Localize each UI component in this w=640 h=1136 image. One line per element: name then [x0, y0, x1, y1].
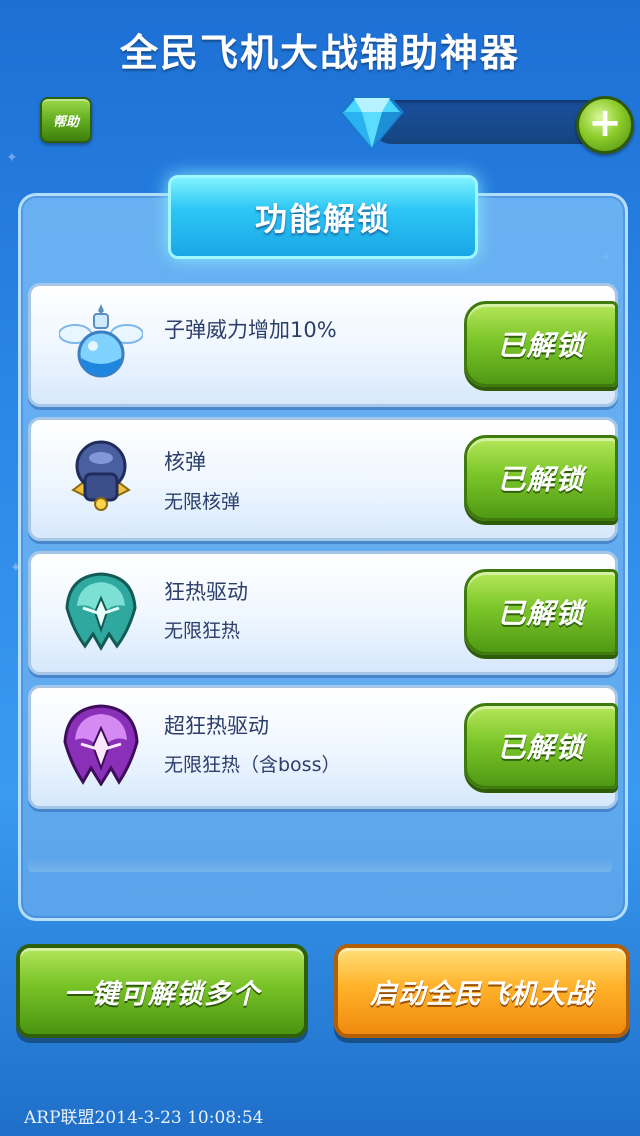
super-frenzy-shield-purple-icon: [63, 704, 139, 786]
panel-title-tab: 功能解锁: [168, 175, 478, 259]
feature-title: 子弹威力增加10%: [164, 318, 337, 342]
unlock-button[interactable]: 已解锁: [464, 569, 618, 655]
feature-subtitle: 无限核弹: [164, 491, 241, 513]
gem-balance-bar: [370, 100, 608, 144]
feature-card-bullet-power: 子弹威力增加10% 已解锁: [28, 283, 618, 407]
feature-card-frenzy: 狂热驱动 无限狂热 已解锁: [28, 551, 618, 675]
unlock-button[interactable]: 已解锁: [464, 703, 618, 789]
app-title: 全民飞机大战辅助神器: [119, 31, 520, 75]
feature-title: 狂热驱动: [164, 580, 248, 604]
potion-icon: [59, 304, 143, 378]
panel-title: 功能解锁: [254, 200, 391, 238]
launch-game-button[interactable]: 启动全民飞机大战: [334, 944, 630, 1038]
add-gems-button[interactable]: +: [576, 96, 634, 154]
feature-card-super-frenzy: 超狂热驱动 无限狂热（含boss） 已解锁: [28, 685, 618, 809]
unlock-button[interactable]: 已解锁: [464, 301, 618, 387]
feature-subtitle: 无限狂热: [164, 620, 241, 642]
help-button[interactable]: 帮助: [40, 97, 92, 143]
panel-bottom-divider: [28, 858, 612, 872]
frenzy-shield-teal-icon: [65, 572, 137, 652]
feature-card-nuke: 核弹 无限核弹 已解锁: [28, 417, 618, 541]
feature-subtitle: 无限狂热（含boss）: [164, 754, 341, 776]
diamond-icon: [340, 96, 404, 150]
watermark-timestamp: ARP联盟2014-3-23 10:08:54: [24, 1108, 264, 1128]
feature-title: 超狂热驱动: [164, 714, 269, 738]
unlock-button[interactable]: 已解锁: [464, 435, 618, 521]
bulk-unlock-button[interactable]: 一键可解锁多个: [16, 944, 308, 1038]
feature-title: 核弹: [164, 450, 206, 474]
nuke-bomb-icon: [71, 440, 131, 511]
sparkle-decoration: ✦: [6, 150, 18, 166]
